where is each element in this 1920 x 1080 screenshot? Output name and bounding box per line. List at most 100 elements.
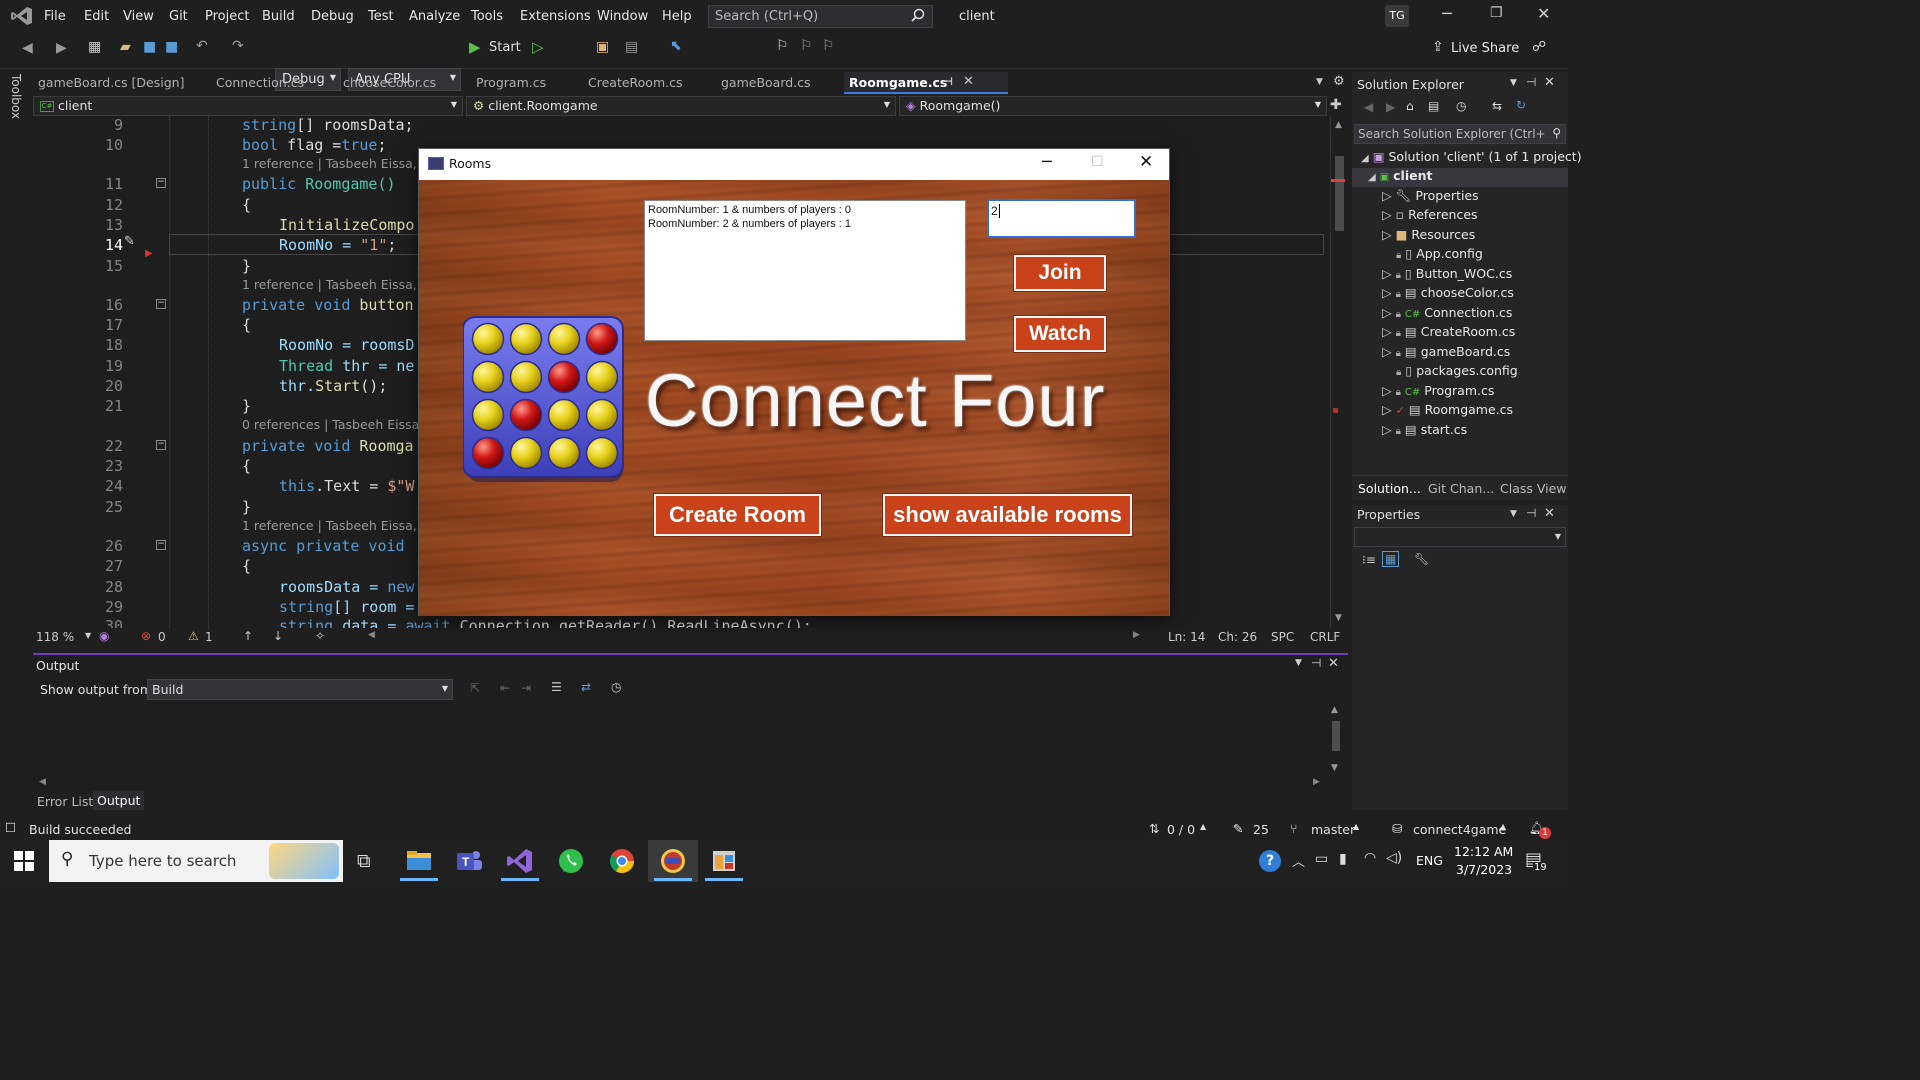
tree-item-program[interactable]: ▷ 🔒︎ C# Program.cs bbox=[1382, 383, 1494, 402]
tree-item-roomgame[interactable]: ▷ ✓ ▤ Roomgame.cs bbox=[1382, 402, 1513, 421]
code-lens[interactable]: 0 references | Tasbeeh Eissa, 6 bbox=[242, 417, 435, 432]
tree-item-createroom[interactable]: ▷ 🔒︎ ▤ CreateRoom.cs bbox=[1382, 324, 1515, 343]
bookmark-icon[interactable]: ⚐ bbox=[776, 38, 789, 54]
minimize-icon[interactable]: ─ bbox=[1442, 4, 1452, 23]
language-indicator[interactable]: ENG bbox=[1416, 853, 1443, 868]
save-icon[interactable]: ■ bbox=[143, 39, 156, 55]
battery-icon[interactable]: ▮ bbox=[1339, 851, 1347, 867]
menu-git[interactable]: Git bbox=[169, 9, 188, 24]
show-available-rooms-button[interactable]: show available rooms bbox=[882, 493, 1133, 537]
start-play-icon[interactable]: ▶ bbox=[469, 38, 481, 56]
tree-item-properties[interactable]: ▷ 🔧︎ Properties bbox=[1382, 188, 1479, 207]
toolbox-tab[interactable]: Toolbox bbox=[9, 74, 23, 119]
menu-test[interactable]: Test bbox=[368, 9, 394, 24]
menu-analyze[interactable]: Analyze bbox=[409, 9, 460, 24]
tree-item-appconfig[interactable]: 🔒︎ ▯ App.config bbox=[1396, 246, 1483, 265]
task-view-icon[interactable]: ⧉ bbox=[357, 850, 371, 872]
clock-time[interactable]: 12:12 AM bbox=[1454, 844, 1513, 859]
output-scrollbar[interactable]: ▲ ▼ bbox=[1329, 705, 1343, 781]
file-explorer-icon[interactable] bbox=[404, 846, 434, 876]
menu-project[interactable]: Project bbox=[205, 9, 249, 24]
tab-output[interactable]: Output bbox=[93, 791, 145, 810]
code-lens[interactable]: 1 reference | Tasbeeh Eissa, 1 c bbox=[242, 277, 440, 292]
fold-collapse-icon[interactable]: − bbox=[156, 540, 166, 550]
categorized-icon[interactable]: ⁝≡ bbox=[1362, 553, 1376, 567]
chevron-down-icon[interactable]: ▼ bbox=[85, 631, 91, 640]
windows-start-icon[interactable] bbox=[14, 851, 34, 871]
tab-error-list[interactable]: Error List bbox=[37, 794, 93, 809]
restore-icon[interactable]: ❐ bbox=[1490, 5, 1503, 21]
taskbar-search-box[interactable]: ⚲ Type here to search bbox=[49, 840, 343, 882]
bookmark-next-icon[interactable]: ⚐ bbox=[822, 38, 835, 54]
visual-studio-icon[interactable] bbox=[505, 846, 535, 876]
live-share-button[interactable]: Live Share bbox=[1451, 41, 1519, 56]
pin-icon[interactable]: ⊣ bbox=[1526, 75, 1536, 89]
forward-icon[interactable]: ▶ bbox=[56, 40, 67, 56]
object-selector[interactable]: ▼ bbox=[1354, 527, 1566, 547]
whatsapp-icon[interactable] bbox=[556, 846, 586, 876]
prev-message-icon[interactable]: ⇤ bbox=[500, 681, 510, 695]
tree-solution[interactable]: ◢ ▣ Solution 'client' (1 of 1 project) bbox=[1361, 149, 1582, 168]
close-panel-icon[interactable]: ✕ bbox=[1328, 656, 1339, 671]
tree-item-references[interactable]: ▷ ▫ References bbox=[1382, 207, 1478, 226]
pin-icon[interactable]: ⊣ bbox=[943, 75, 953, 88]
refresh-icon[interactable]: ↻ bbox=[1516, 98, 1526, 112]
sync-count[interactable]: 0 / 0 bbox=[1167, 822, 1195, 837]
branch-name[interactable]: master bbox=[1311, 822, 1355, 837]
down-arrow-icon[interactable]: ↓ bbox=[273, 629, 283, 643]
output-source-dropdown[interactable]: Build ▼ bbox=[147, 679, 453, 700]
close-icon[interactable]: ✕ bbox=[1537, 4, 1550, 23]
hscroll-right-icon[interactable]: ▶ bbox=[1133, 630, 1140, 640]
tab-gameboard[interactable]: gameBoard.cs bbox=[716, 72, 816, 94]
close-panel-icon[interactable]: ✕ bbox=[1544, 506, 1555, 521]
search-input[interactable]: Search (Ctrl+Q) bbox=[708, 5, 933, 28]
dialog-maximize-icon[interactable]: ☐ bbox=[1091, 154, 1104, 170]
user-avatar[interactable]: TG bbox=[1385, 5, 1409, 27]
tree-item-start[interactable]: ▷ 🔒︎ ▤ start.cs bbox=[1382, 422, 1467, 441]
save-all-icon[interactable]: ■ bbox=[165, 39, 178, 55]
menu-edit[interactable]: Edit bbox=[84, 9, 109, 24]
next-message-icon[interactable]: ⇥ bbox=[521, 681, 531, 695]
chevron-up-icon[interactable]: ▲ bbox=[1200, 822, 1206, 831]
timestamp-icon[interactable]: ◷ bbox=[611, 680, 621, 694]
hscroll-right-icon[interactable]: ▶ bbox=[1313, 777, 1320, 787]
close-panel-icon[interactable]: ✕ bbox=[1544, 75, 1555, 90]
redo-icon[interactable]: ↷ bbox=[232, 38, 244, 54]
volume-icon[interactable]: ◁) bbox=[1386, 850, 1402, 866]
menu-help[interactable]: Help bbox=[662, 9, 692, 24]
edit-pencil-icon[interactable]: ✎ bbox=[124, 234, 135, 249]
vs-logo-icon[interactable] bbox=[11, 6, 33, 26]
repo-name[interactable]: connect4game bbox=[1413, 822, 1506, 837]
help-icon[interactable]: ? bbox=[1259, 850, 1281, 872]
tree-item-gameboard[interactable]: ▷ 🔒︎ ▤ gameBoard.cs bbox=[1382, 344, 1510, 363]
select-icon[interactable]: ⬉ bbox=[670, 38, 682, 54]
winforms-app-icon[interactable] bbox=[709, 846, 739, 876]
scroll-down-icon[interactable]: ▼ bbox=[1331, 763, 1338, 773]
close-tab-icon[interactable]: ✕ bbox=[963, 74, 974, 89]
cleanup-icon[interactable]: ✧ bbox=[315, 629, 325, 643]
create-room-button[interactable]: Create Room bbox=[653, 493, 822, 537]
chevron-up-icon[interactable]: ▲ bbox=[1353, 822, 1359, 831]
home-icon[interactable]: ⌂ bbox=[1406, 99, 1414, 113]
clock-date[interactable]: 3/7/2023 bbox=[1456, 862, 1512, 877]
wrench-icon[interactable]: 🔧︎ bbox=[1414, 552, 1429, 566]
room-list-item[interactable]: RoomNumber: 1 & numbers of players : 0 bbox=[648, 203, 962, 217]
scroll-thumb[interactable] bbox=[1332, 721, 1340, 751]
scroll-up-icon[interactable]: ▲ bbox=[1331, 705, 1338, 715]
teams-icon[interactable]: T bbox=[454, 846, 484, 876]
tab-class-view[interactable]: Class View bbox=[1500, 481, 1567, 496]
new-project-icon[interactable]: ▦ bbox=[88, 39, 101, 55]
room-list-item[interactable]: RoomNumber: 2 & numbers of players : 1 bbox=[648, 217, 962, 231]
start-button[interactable]: Start bbox=[489, 40, 521, 55]
up-arrow-icon[interactable]: ↑ bbox=[243, 629, 253, 643]
tree-item-packages-config[interactable]: 🔒︎ ▯ packages.config bbox=[1396, 363, 1518, 382]
clear-all-icon[interactable]: ☰ bbox=[551, 680, 562, 694]
solution-search-input[interactable]: Search Solution Explorer (Ctrl+ ⚲ bbox=[1354, 124, 1566, 144]
join-button[interactable]: Join bbox=[1013, 254, 1107, 292]
warning-icon[interactable]: ⚠ bbox=[188, 629, 199, 643]
zoom-level[interactable]: 118 % bbox=[36, 630, 74, 644]
dialog-minimize-icon[interactable]: ─ bbox=[1042, 152, 1052, 171]
tray-chevron-up-icon[interactable]: ︿ bbox=[1292, 851, 1305, 870]
chevron-up-icon[interactable]: ▲ bbox=[1500, 822, 1506, 831]
sync-icon[interactable]: ⇆ bbox=[1492, 99, 1502, 113]
